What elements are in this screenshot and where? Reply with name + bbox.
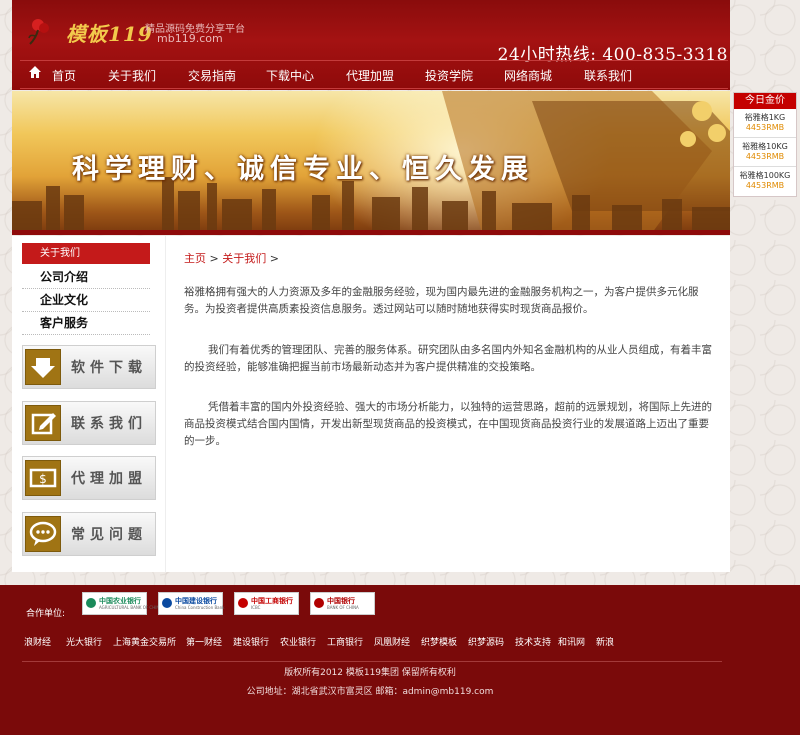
money-card-icon: $: [25, 460, 61, 496]
nav-academy[interactable]: 投资学院: [425, 67, 473, 84]
partner-en-name: China Construction Bank: [175, 605, 225, 610]
footer-link[interactable]: 农业银行: [280, 635, 316, 648]
chat-bubble-icon: [25, 516, 61, 552]
bank-logo-icon: [162, 598, 172, 608]
article-paragraph: 凭借着丰富的国内外投资经验、强大的市场分析能力，以独特的运营思路，超前的远景规划…: [184, 401, 712, 447]
footer-link[interactable]: 浪财经: [24, 635, 51, 648]
nav-download[interactable]: 下载中心: [266, 67, 314, 84]
sidebar-item-label: 公司介绍: [40, 270, 89, 284]
breadcrumb-current[interactable]: 关于我们: [222, 252, 266, 265]
footer-link[interactable]: 光大银行: [66, 635, 102, 648]
contact-us-button[interactable]: 联系我们: [22, 401, 156, 445]
gold-price-row[interactable]: 裕雅格100KG 4453RMB: [734, 167, 796, 195]
gold-item-price: 4453RMB: [745, 123, 785, 132]
footer-divider: [22, 661, 722, 662]
footer-link[interactable]: 建设银行: [233, 635, 269, 648]
button-label: 软件下载: [71, 360, 147, 376]
footer-link[interactable]: 上海黄金交易所: [113, 635, 176, 648]
nav-home[interactable]: 首页: [52, 67, 76, 84]
sidebar-item-culture[interactable]: 企业文化: [22, 289, 150, 312]
bank-logo-icon: [314, 598, 324, 608]
button-label: 常见问题: [71, 527, 147, 543]
partner-logo-ccb[interactable]: 中国建设银行 China Construction Bank: [158, 592, 225, 615]
nav-trade-guide[interactable]: 交易指南: [188, 67, 236, 84]
breadcrumb-separator: >: [269, 252, 279, 265]
footer-link[interactable]: 织梦模板: [421, 635, 457, 648]
bank-logo-icon: [238, 598, 248, 608]
button-label: 代理加盟: [71, 471, 147, 487]
breadcrumb: 主页 > 关于我们 >: [184, 250, 279, 266]
button-label: 联系我们: [71, 416, 147, 432]
home-icon[interactable]: [28, 65, 42, 79]
sidebar-header: 关于我们: [22, 243, 150, 264]
sidebar-item-label: 企业文化: [40, 293, 89, 307]
nav-mall[interactable]: 网络商城: [504, 67, 552, 84]
footer-link[interactable]: 工商银行: [327, 635, 363, 648]
faq-button[interactable]: 常见问题: [22, 512, 156, 556]
gold-item-name: 裕雅格100KG: [739, 171, 791, 180]
partner-label: 合作单位:: [26, 609, 66, 619]
edit-icon: [25, 405, 61, 441]
address-text: 公司地址：湖北省武汉市富灵区 邮箱：admin@mb119.com: [246, 687, 494, 697]
site-header: 模板119 精品源码免费分享平台 mb119.com 24小时热线: 400-8…: [12, 0, 730, 90]
partner-en-name: BANK OF CHINA: [327, 605, 359, 610]
sidebar-item-company[interactable]: 公司介绍: [22, 266, 150, 289]
gold-price-title: 今日金价: [734, 93, 796, 109]
logo-text[interactable]: 模板119: [66, 18, 153, 47]
gold-item-name: 裕雅格10KG: [742, 142, 788, 151]
partner-logo-icbc[interactable]: 中国工商银行 ICBC: [234, 592, 299, 615]
nav-contact[interactable]: 联系我们: [584, 67, 632, 84]
software-download-button[interactable]: 软件下载: [22, 345, 156, 389]
breadcrumb-home[interactable]: 主页: [184, 252, 206, 265]
main-nav: 首页 关于我们 交易指南 下载中心 代理加盟 投资学院 网络商城 联系我们: [20, 60, 728, 89]
partner-logo-boc[interactable]: 中国银行 BANK OF CHINA: [310, 592, 375, 615]
article-paragraph: 裕雅格拥有强大的人力资源及多年的金融服务经验，现为国内最先进的金融服务机构之一，…: [184, 286, 699, 315]
site-footer: 合作单位: 中国农业银行 AGRICULTURAL BANK OF CHINA …: [0, 585, 800, 735]
download-icon: [25, 349, 61, 385]
gold-item-price: 4453RMB: [745, 181, 785, 190]
logo-domain: mb119.com: [157, 32, 223, 45]
article-paragraph: 我们有着优秀的管理团队、完善的服务体系。研究团队由多名国内外知名金融机构的从业人…: [184, 344, 712, 373]
main-content: 关于我们 公司介绍 企业文化 客户服务 软件下载 联系我们 $ 代理加盟 常见问…: [12, 236, 730, 572]
left-sidebar: 关于我们 公司介绍 企业文化 客户服务 软件下载 联系我们 $ 代理加盟 常见问…: [12, 236, 166, 572]
footer-link[interactable]: 织梦源码: [468, 635, 504, 648]
bank-logo-icon: [86, 598, 96, 608]
gold-item-price: 4453RMB: [745, 152, 785, 161]
nav-about[interactable]: 关于我们: [108, 67, 156, 84]
logo-flower-icon: [28, 19, 49, 45]
gold-price-row[interactable]: 裕雅格1KG 4453RMB: [734, 109, 796, 138]
breadcrumb-separator: >: [209, 252, 219, 265]
banner-divider: [12, 230, 730, 235]
sidebar-item-service[interactable]: 客户服务: [22, 312, 150, 335]
partner-logo-abc[interactable]: 中国农业银行 AGRICULTURAL BANK OF CHINA: [82, 592, 162, 615]
hero-banner: 科学理财、诚信专业、恒久发展: [12, 91, 730, 233]
footer-link[interactable]: 和讯网: [558, 635, 585, 648]
sidebar-item-label: 客户服务: [40, 316, 89, 330]
copyright-text: 版权所有2012 模板119集团 保留所有权利: [284, 668, 456, 678]
partner-en-name: AGRICULTURAL BANK OF CHINA: [99, 605, 163, 610]
nav-agency[interactable]: 代理加盟: [346, 67, 394, 84]
gold-price-row[interactable]: 裕雅格10KG 4453RMB: [734, 138, 796, 167]
footer-link[interactable]: 第一财经: [186, 635, 222, 648]
partner-en-name: ICBC: [251, 605, 261, 610]
agency-join-button[interactable]: $ 代理加盟: [22, 456, 156, 500]
banner-slogan: 科学理财、诚信专业、恒久发展: [72, 154, 534, 185]
footer-link[interactable]: 凤凰财经: [374, 635, 410, 648]
gold-item-name: 裕雅格1KG: [744, 113, 786, 122]
svg-text:$: $: [39, 472, 47, 486]
gold-price-panel: 今日金价 裕雅格1KG 4453RMB 裕雅格10KG 4453RMB 裕雅格1…: [733, 92, 797, 197]
footer-link[interactable]: 新浪: [596, 635, 614, 648]
sidebar-header-label: 关于我们: [40, 248, 80, 259]
footer-link[interactable]: 技术支持: [515, 635, 551, 648]
